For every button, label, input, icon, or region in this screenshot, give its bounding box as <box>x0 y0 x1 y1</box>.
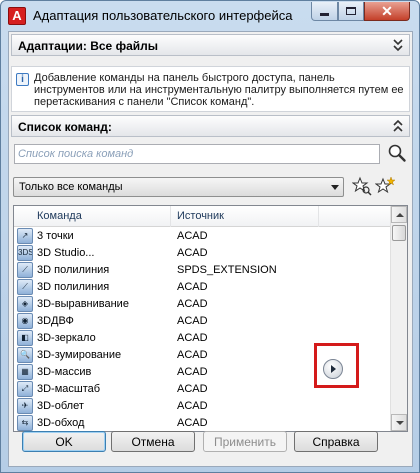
command-source: ACAD <box>177 400 208 412</box>
command-source: ACAD <box>177 298 208 310</box>
command-source: ACAD <box>177 230 208 242</box>
chevron-down-icon[interactable] <box>391 36 405 54</box>
find-command-star-icon[interactable] <box>352 176 372 196</box>
command-name: 3D-зеркало <box>37 332 96 344</box>
vertical-scrollbar[interactable] <box>390 206 407 431</box>
search-icon[interactable] <box>387 143 407 163</box>
command-name: 3D-обход <box>37 417 85 429</box>
3d-dwf-icon: ◉ <box>17 313 33 329</box>
chevron-up-icon[interactable] <box>391 117 405 135</box>
command-source: ACAD <box>177 366 208 378</box>
command-source: ACAD <box>177 349 208 361</box>
expand-panel-arrow-icon[interactable] <box>323 359 343 379</box>
info-text: Добавление команды на панель быстрого до… <box>34 72 404 108</box>
column-header-source[interactable]: Источник <box>177 210 224 222</box>
command-list-header-label: Список команд: <box>18 120 112 134</box>
table-row[interactable]: ✈ 3D-облет ACAD <box>14 398 392 415</box>
dialog-client-area: Адаптации: Все файлы i Добавление команд… <box>8 31 413 467</box>
minimize-icon <box>320 13 329 16</box>
command-source: ACAD <box>177 383 208 395</box>
command-source: ACAD <box>177 281 208 293</box>
info-icon: i <box>16 73 29 86</box>
adaptations-panel-header[interactable]: Адаптации: Все файлы <box>11 34 410 56</box>
table-row[interactable]: ◈ 3D-выравнивание ACAD <box>14 296 392 313</box>
table-row[interactable]: ⇆ 3D-обход ACAD <box>14 415 392 431</box>
apply-button[interactable]: Применить <box>203 431 287 452</box>
new-command-star-icon[interactable] <box>375 176 395 196</box>
3d-studio-icon: 3DS <box>17 245 33 261</box>
command-name: 3D Studio... <box>37 247 95 259</box>
window-title: Адаптация пользовательского интерфейса <box>33 8 293 23</box>
3d-array-icon: ▦ <box>17 364 33 380</box>
close-button[interactable]: ✕ <box>364 2 410 21</box>
command-name: 3D полилиния <box>37 264 110 276</box>
command-name: 3D полилиния <box>37 281 110 293</box>
command-name: 3 точки <box>37 230 74 242</box>
3d-mirror-icon: ◧ <box>17 330 33 346</box>
command-name: 3DДВФ <box>37 315 74 327</box>
3point-arc-icon: ↗ <box>17 228 33 244</box>
chevron-down-icon <box>331 185 339 190</box>
close-icon: ✕ <box>381 3 393 19</box>
3d-fly-icon: ✈ <box>17 398 33 414</box>
ok-button[interactable]: OK <box>22 431 106 452</box>
command-source: ACAD <box>177 315 208 327</box>
3d-polyline-icon: ⟋ <box>17 279 33 295</box>
command-name: 3D-зумирование <box>37 349 122 361</box>
scroll-up-button[interactable] <box>391 206 407 223</box>
table-row[interactable]: ◉ 3DДВФ ACAD <box>14 313 392 330</box>
3d-walk-icon: ⇆ <box>17 415 33 431</box>
command-list-header-row: Команда Источник <box>14 206 392 227</box>
command-source: ACAD <box>177 247 208 259</box>
command-name: 3D-массив <box>37 366 92 378</box>
3d-polyline-icon: ⟋ <box>17 262 33 278</box>
title-bar[interactable]: A Адаптация пользовательского интерфейса… <box>1 1 419 31</box>
command-source: ACAD <box>177 332 208 344</box>
cui-window: A Адаптация пользовательского интерфейса… <box>0 0 420 473</box>
command-filter-value: Только все команды <box>19 181 123 193</box>
adaptations-header-label: Адаптации: Все файлы <box>18 39 158 53</box>
column-divider[interactable] <box>318 206 319 227</box>
command-name: 3D-выравнивание <box>37 298 129 310</box>
column-divider[interactable] <box>170 206 171 227</box>
scroll-down-button[interactable] <box>391 414 407 431</box>
command-filter-dropdown[interactable]: Только все команды <box>13 177 344 197</box>
help-button[interactable]: Справка <box>294 431 378 452</box>
command-name: 3D-облет <box>37 400 84 412</box>
command-list-panel-header[interactable]: Список команд: <box>11 115 410 137</box>
3d-scale-icon: ⤢ <box>17 381 33 397</box>
table-row[interactable]: ⟋ 3D полилиния SPDS_EXTENSION <box>14 262 392 279</box>
info-panel: i Добавление команды на панель быстрого … <box>11 66 410 112</box>
maximize-button[interactable] <box>338 2 364 21</box>
table-row[interactable]: ⟋ 3D полилиния ACAD <box>14 279 392 296</box>
maximize-icon <box>346 7 356 15</box>
command-search-input[interactable] <box>14 144 380 164</box>
command-list-table[interactable]: Команда Источник ↗ 3 точки ACAD 3DS 3D Studi… <box>13 205 408 432</box>
autocad-app-icon: A <box>8 7 26 25</box>
command-list-rows: ↗ 3 точки ACAD 3DS 3D Studio... ACAD ⟋ 3D полил… <box>14 228 392 431</box>
command-source: SPDS_EXTENSION <box>177 264 277 276</box>
scrollbar-thumb[interactable] <box>392 225 406 241</box>
table-row[interactable]: ↗ 3 точки ACAD <box>14 228 392 245</box>
3d-align-icon: ◈ <box>17 296 33 312</box>
column-header-command[interactable]: Команда <box>37 210 82 222</box>
minimize-button[interactable] <box>311 2 338 21</box>
cancel-button[interactable]: Отмена <box>111 431 195 452</box>
command-name: 3D-масштаб <box>37 383 101 395</box>
table-row[interactable]: 3DS 3D Studio... ACAD <box>14 245 392 262</box>
3d-zoom-icon: 🔍 <box>17 347 33 363</box>
command-source: ACAD <box>177 417 208 429</box>
